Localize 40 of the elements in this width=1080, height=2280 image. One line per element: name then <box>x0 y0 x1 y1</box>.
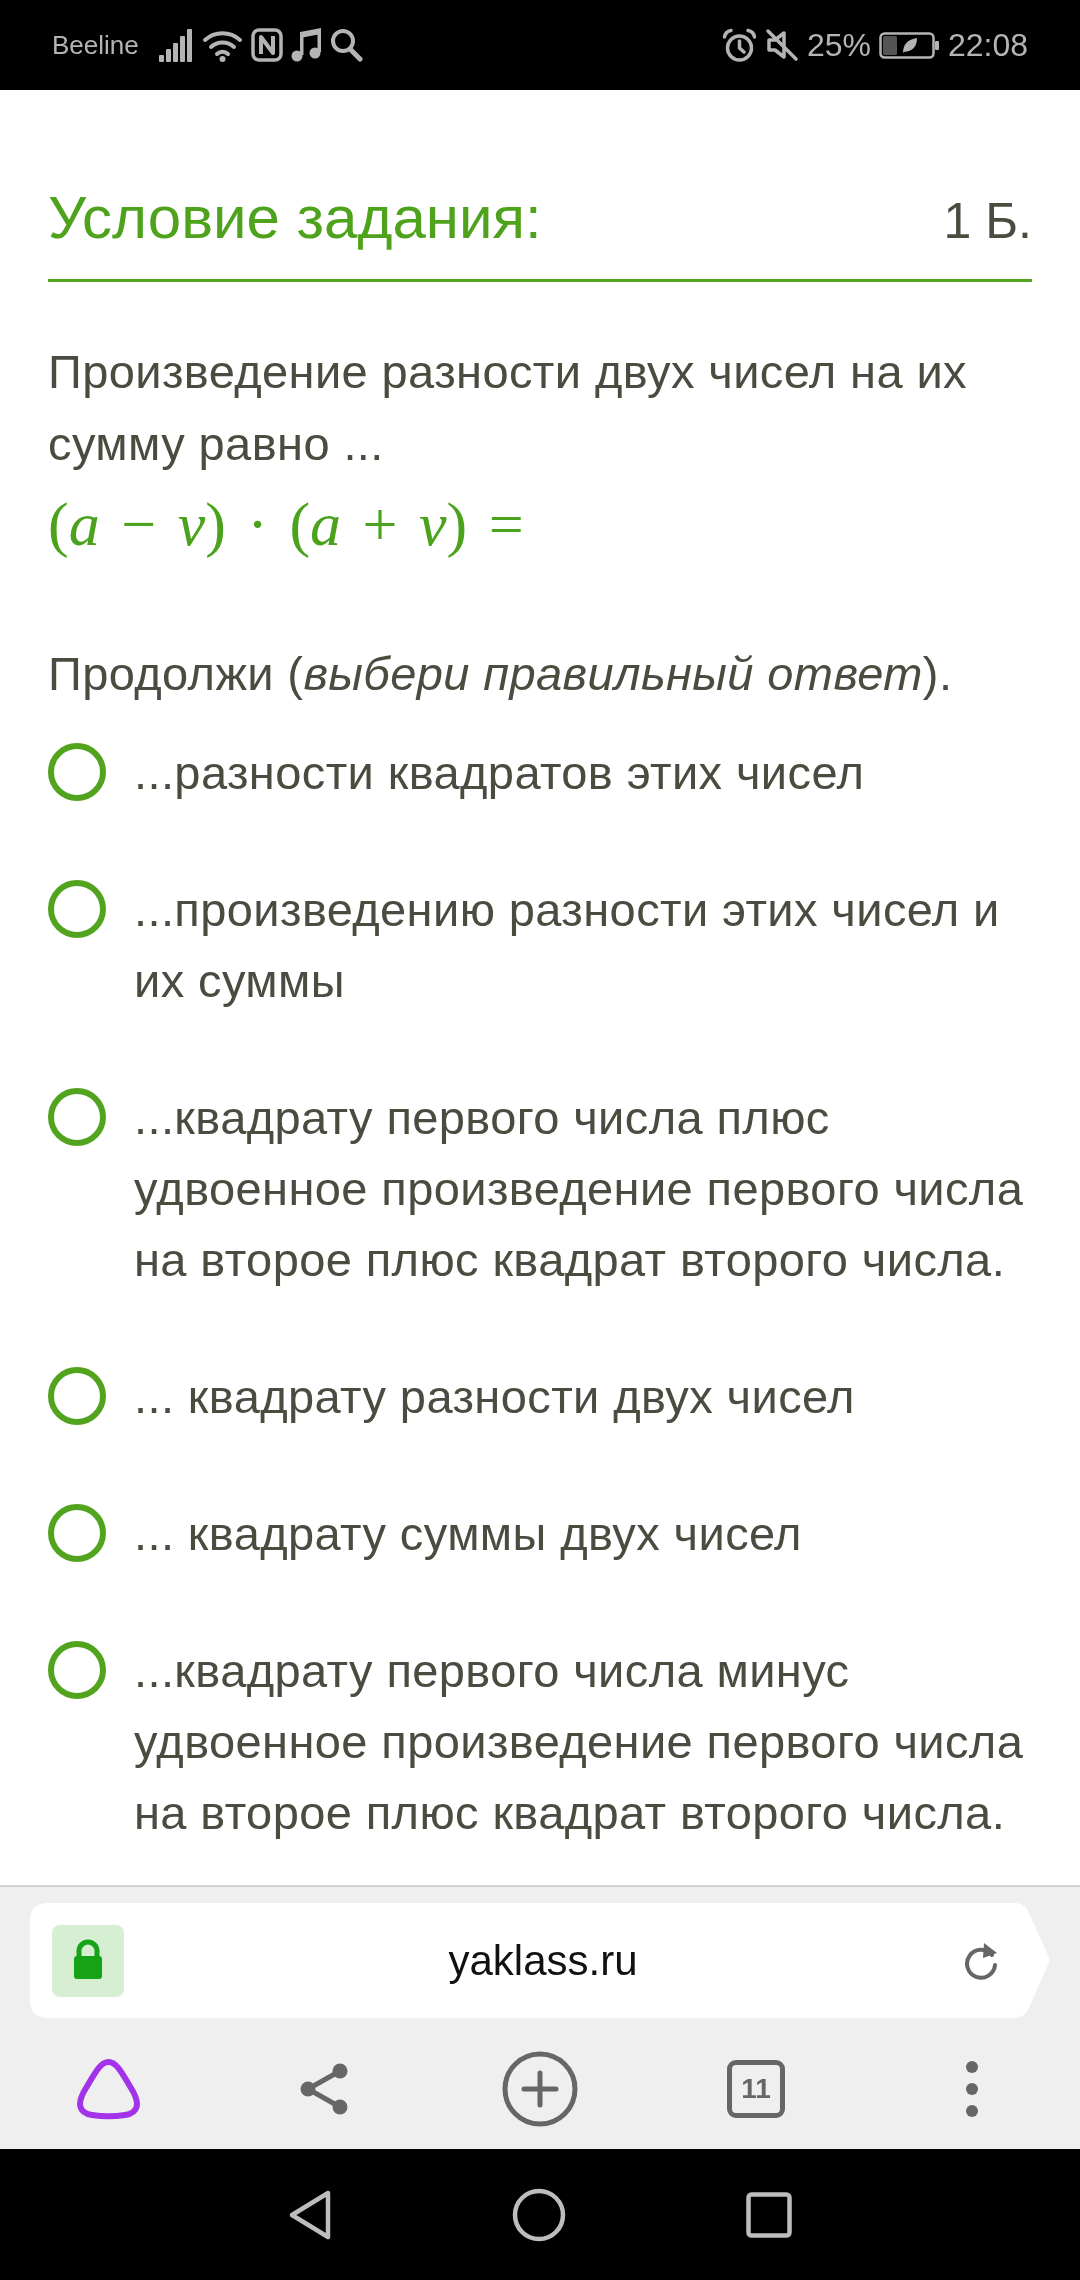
option-label[interactable]: ...квадрату первого числа плюс удвоенное произведение первого числа на второе плюс квадрат второго числа. <box>134 1082 1032 1295</box>
radio-button[interactable] <box>48 743 106 801</box>
option-label[interactable]: ... квадрату суммы двух чисел <box>134 1498 802 1569</box>
nfc-icon <box>250 28 283 62</box>
recents-icon[interactable] <box>746 2191 792 2238</box>
option-label[interactable]: ... квадрату разности двух чисел <box>134 1361 855 1432</box>
points-label: 1 Б. <box>943 192 1032 251</box>
back-icon[interactable] <box>288 2188 332 2241</box>
music-note-icon <box>290 28 322 62</box>
clock-time: 22:08 <box>947 29 1028 61</box>
battery-icon <box>878 31 940 59</box>
battery-percent: 25% <box>806 29 871 61</box>
instruction-text: Продолжи (выбери правильный ответ). <box>48 646 954 702</box>
share-icon[interactable] <box>299 2061 349 2116</box>
home-icon[interactable] <box>512 2187 566 2242</box>
search-icon <box>329 28 363 62</box>
wifi-icon <box>201 28 243 62</box>
formula: (a − v) · (a + v) = <box>48 489 524 560</box>
question-text: Произведение разности двух чисел на их сумму равно ... <box>48 344 968 472</box>
plus-circle-icon[interactable] <box>502 2050 578 2127</box>
alarm-icon <box>721 27 757 63</box>
lock-icon[interactable] <box>52 1924 124 1997</box>
carrier-name: Beeline <box>52 32 139 58</box>
reload-icon[interactable] <box>962 1940 1000 1981</box>
signal-icon <box>158 28 194 62</box>
radio-button[interactable] <box>48 880 106 938</box>
address-bar[interactable]: yaklass.ru <box>30 1903 1050 2018</box>
mute-icon <box>764 28 799 62</box>
option-label[interactable]: ...произведению разности этих чисел и их суммы <box>134 874 1032 1016</box>
option-label[interactable]: ...разности квадратов этих чисел <box>134 737 865 808</box>
option-label[interactable]: ...квадрату первого числа минус удвоенное произведение первого числа на второе плюс квадрат второго числа. <box>134 1635 1032 1848</box>
rounded-triangle-icon[interactable] <box>74 2057 142 2120</box>
radio-button[interactable] <box>48 1504 106 1562</box>
radio-button[interactable] <box>48 1088 106 1146</box>
address-text: yaklass.ru <box>447 1939 639 1982</box>
task-heading: Условие задания: <box>48 183 542 253</box>
radio-button[interactable] <box>48 1367 106 1425</box>
tabs-button[interactable]: 11 <box>727 2059 785 2118</box>
more-options-icon[interactable] <box>966 2060 978 2117</box>
radio-button[interactable] <box>48 1641 106 1699</box>
